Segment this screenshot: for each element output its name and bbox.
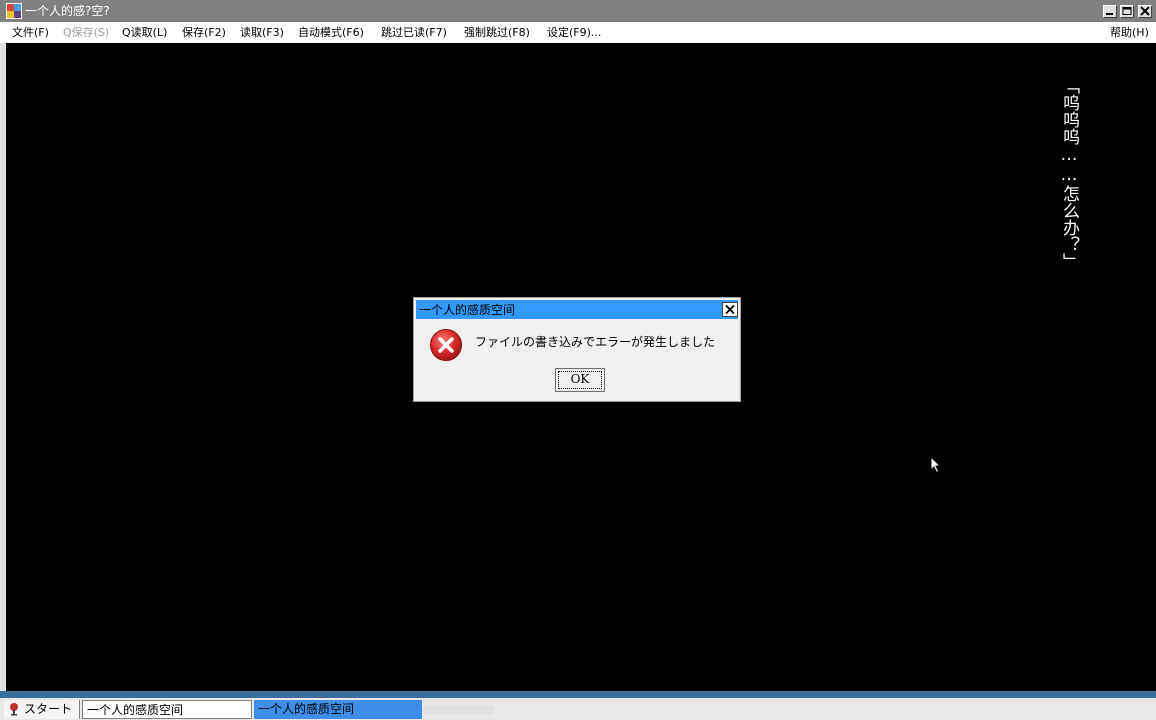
dialogue-text: 「呜呜呜……怎么办？」: [1059, 77, 1079, 270]
dialog-title-bar[interactable]: 一个人的感质空间: [416, 300, 738, 319]
start-icon: [10, 703, 18, 716]
taskbar-tray: [422, 706, 494, 714]
menu-load[interactable]: 读取(F3): [240, 26, 284, 39]
menu-file[interactable]: 文件(F): [12, 26, 49, 39]
taskbar: スタート 一个人的感质空间 一个人的感质空间: [0, 698, 1156, 720]
menu-auto-mode[interactable]: 自动模式(F6): [298, 26, 364, 39]
menu-skip-read[interactable]: 跳过已读(F7): [381, 26, 447, 39]
close-icon: [1140, 6, 1150, 16]
taskbar-item-label: 一个人的感质空间: [258, 702, 355, 716]
dialog-title: 一个人的感质空间: [419, 303, 516, 317]
error-dialog: 一个人的感质空间 ファイルの書き込みでエラーが発生しました OK: [413, 297, 741, 402]
menu-quick-load[interactable]: Q读取(L): [122, 26, 167, 39]
maximize-icon: [1122, 7, 1132, 15]
ok-button-label: OK: [570, 372, 590, 386]
menu-bar: 文件(F) Q保存(S) Q读取(L) 保存(F2) 读取(F3) 自动模式(F…: [0, 22, 1156, 43]
taskbar-border: [0, 691, 1156, 698]
menu-quick-save[interactable]: Q保存(S): [63, 26, 109, 39]
mouse-pointer-icon: [930, 456, 942, 474]
menu-settings[interactable]: 设定(F9)...: [547, 26, 601, 39]
taskbar-item-active[interactable]: 一个人的感质空间: [254, 700, 422, 719]
taskbar-item[interactable]: 一个人的感质空间: [82, 700, 252, 719]
menu-save[interactable]: 保存(F2): [182, 26, 226, 39]
dialog-message: ファイルの書き込みでエラーが発生しました: [475, 335, 716, 349]
dialog-close-button[interactable]: [722, 302, 738, 317]
minimize-icon: [1106, 13, 1113, 15]
menu-help[interactable]: 帮助(H): [1110, 26, 1149, 39]
minimize-button[interactable]: [1103, 5, 1117, 18]
taskbar-item-label: 一个人的感质空间: [87, 703, 184, 717]
title-bar[interactable]: 一个人的感?空?: [0, 0, 1156, 22]
close-icon: [725, 304, 735, 315]
window-title: 一个人的感?空?: [25, 4, 110, 18]
error-icon: [430, 329, 462, 361]
close-button[interactable]: [1138, 5, 1152, 18]
ok-button[interactable]: OK: [555, 368, 605, 392]
menu-force-skip[interactable]: 强制跳过(F8): [464, 26, 530, 39]
app-icon: [6, 3, 22, 19]
start-button[interactable]: スタート: [4, 700, 80, 719]
maximize-button[interactable]: [1120, 5, 1134, 18]
start-label: スタート: [24, 702, 73, 716]
